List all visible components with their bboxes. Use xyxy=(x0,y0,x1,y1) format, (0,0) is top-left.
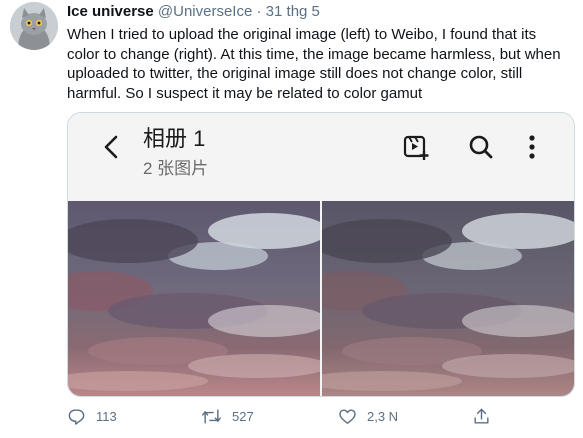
search-icon xyxy=(469,135,493,159)
reply-icon xyxy=(68,408,85,425)
photo-original[interactable] xyxy=(68,201,320,396)
back-chevron-icon xyxy=(104,135,118,159)
user-handle[interactable]: @UniverseIce xyxy=(158,3,252,20)
reply-count: 113 xyxy=(96,408,117,424)
tweet-text: When I tried to upload the original imag… xyxy=(67,26,561,102)
avatar[interactable] xyxy=(10,2,58,50)
display-name[interactable]: Ice universe xyxy=(67,3,154,20)
tweet-actions: 113 527 2,3 N xyxy=(67,403,573,429)
retweet-icon xyxy=(202,408,221,424)
tweet-header: Ice universe @UniverseIce · 31 thg 5 xyxy=(67,3,320,20)
photo-weibo[interactable] xyxy=(322,201,574,396)
video-add-icon xyxy=(403,135,429,160)
reply-button[interactable]: 113 xyxy=(67,403,117,429)
like-button[interactable]: 2,3 N xyxy=(338,403,398,429)
retweet-count: 527 xyxy=(232,408,254,424)
like-count: 2,3 N xyxy=(367,408,399,424)
album-header: 相册 1 2 张图片 xyxy=(68,113,574,201)
share-icon xyxy=(474,408,489,424)
album-title: 相册 1 xyxy=(143,126,206,151)
like-icon xyxy=(339,408,356,424)
share-button[interactable] xyxy=(472,403,491,429)
retweet-button[interactable]: 527 xyxy=(201,403,254,429)
tweet-card[interactable]: Ice universe @UniverseIce · 31 thg 5 Whe… xyxy=(0,0,583,438)
separator-dot: · xyxy=(256,3,262,20)
album-count: 2 张图片 xyxy=(143,159,209,178)
timestamp[interactable]: 31 thg 5 xyxy=(266,3,320,20)
tweet-media[interactable]: 相册 1 2 张图片 xyxy=(67,112,575,397)
more-vertical-icon xyxy=(529,135,535,159)
